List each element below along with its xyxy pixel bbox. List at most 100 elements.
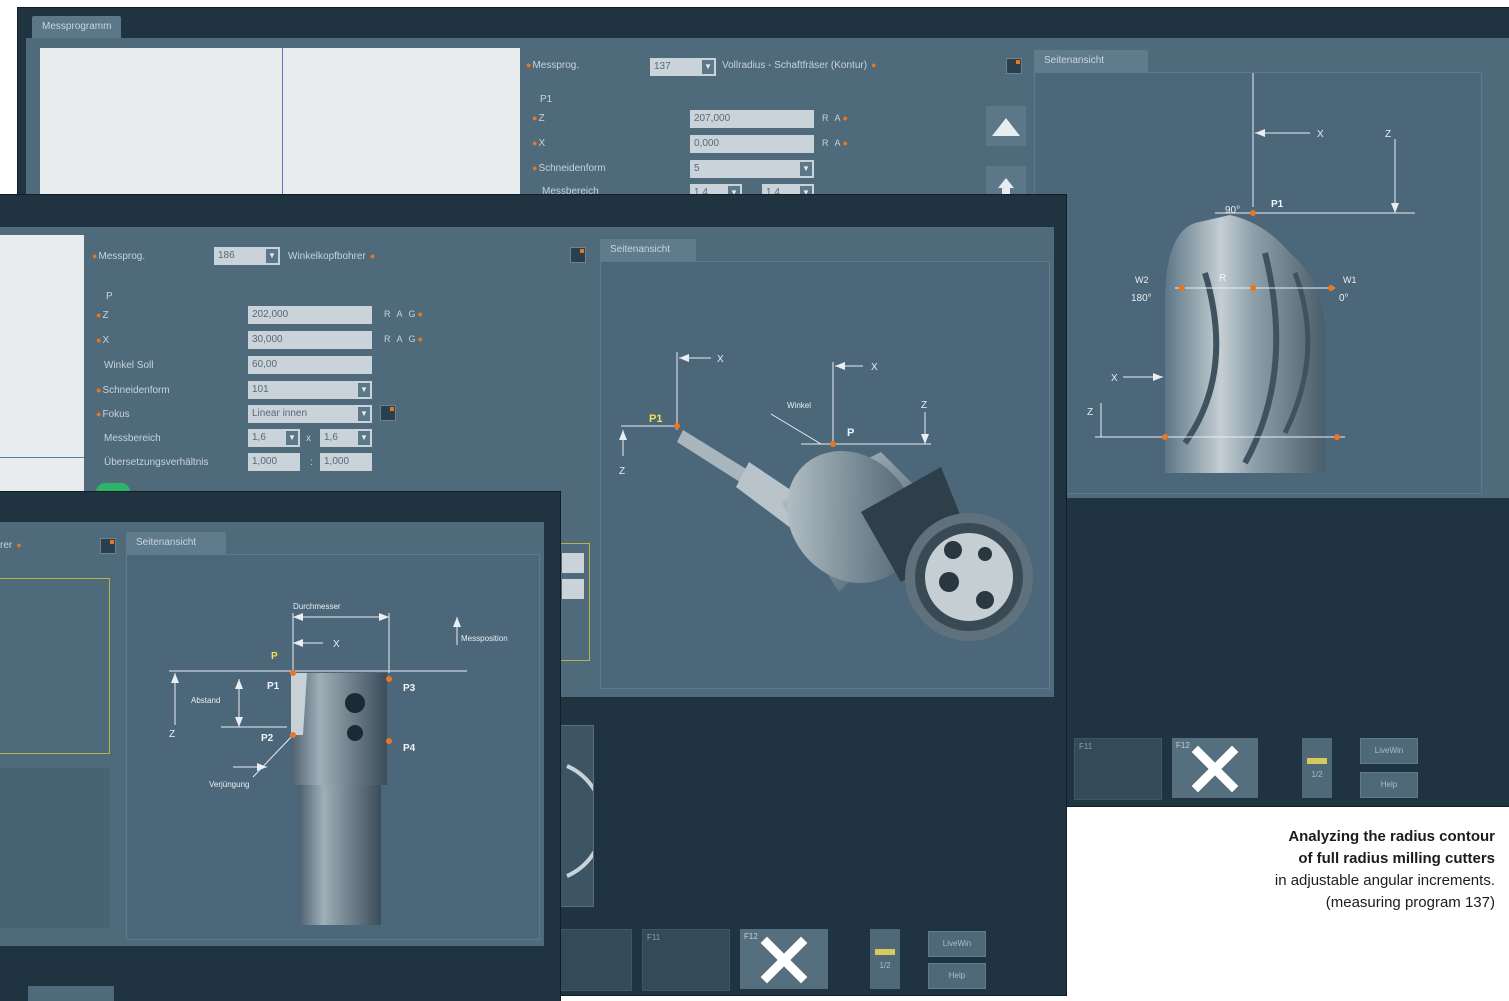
mp-name: Winkelkopfbohrer ● (288, 251, 376, 262)
view-label-p: P (847, 427, 854, 439)
options-button[interactable] (1006, 58, 1022, 74)
view-label-angle-right: 0° (1339, 293, 1349, 304)
messbereich-label: Messbereich (104, 433, 161, 444)
uebersetzung-input-1[interactable]: 1,000 (248, 453, 300, 471)
winkel-soll-input[interactable]: 60,00 (248, 356, 372, 374)
field-x-label: ●X (96, 335, 110, 346)
f10-key[interactable] (560, 929, 632, 991)
view-label-w1: W1 (1343, 275, 1357, 285)
uebersetzung-colon: : (310, 457, 313, 468)
field-z-label: ●Z (96, 310, 109, 321)
schneidenform-select[interactable]: 101 ▼ (248, 381, 372, 399)
contour-preview (40, 48, 520, 198)
fokus-options-button[interactable] (380, 405, 396, 421)
view-label-z2: Z (1087, 407, 1093, 418)
view-label-p1: P1 (649, 413, 662, 425)
close-button[interactable]: F12 (740, 929, 828, 989)
field-z-input[interactable]: 207,000 (690, 110, 814, 128)
view-label-angle-left: 180° (1131, 293, 1152, 304)
end-mill-holder-illustration: Durchmesser X Messposition P P1 P2 P3 P4… (169, 602, 508, 925)
messbereich-select-1[interactable]: 1,6 ▼ (248, 429, 300, 447)
mp-number-select[interactable]: 186 ▼ (214, 247, 280, 265)
view-label-z: Z (169, 729, 175, 740)
field-x-label: ●X (532, 138, 546, 149)
field-x-unit: R A G● (384, 334, 425, 344)
side-view-area: X X P1 P Winkel Z Z (600, 261, 1050, 689)
livewin-button[interactable]: LiveWin (1360, 738, 1418, 764)
side-box-button-2[interactable] (562, 579, 584, 599)
caption: Analyzing the radius contour of full rad… (1275, 826, 1495, 914)
angle-head-drill-illustration: X X P1 P Winkel Z Z (619, 352, 1033, 641)
tab-seitenansicht[interactable]: Seitenansicht (1034, 50, 1148, 72)
mp-name: Vollradius - Schaftfräser (Kontur) ● (722, 60, 877, 71)
messbereich-times: x (306, 433, 311, 444)
uebersetzung-input-2[interactable]: 1,000 (320, 453, 372, 471)
page-bar-icon (1307, 758, 1327, 764)
chevron-down-icon: ▼ (358, 383, 370, 397)
f11-key[interactable]: F11 (642, 929, 730, 991)
chevron-down-icon: ▼ (266, 249, 278, 263)
page-indicator[interactable]: 1/2 (1302, 738, 1332, 798)
window-front-program: rer ● Seitenansicht Durchmesser X Messpo… (0, 492, 560, 1001)
caption-line-1: Analyzing the radius contour (1288, 828, 1495, 845)
field-x-input[interactable]: 30,000 (248, 331, 372, 349)
caption-line-4: (measuring program 137) (1325, 894, 1495, 911)
help-button[interactable]: Help (1360, 772, 1418, 798)
field-z-unit: R A● (822, 113, 850, 123)
caption-line-3: in adjustable angular increments. (1274, 872, 1495, 889)
schneidenform-select[interactable]: 5 ▼ (690, 160, 814, 178)
scroll-up-button[interactable] (986, 106, 1026, 146)
winkel-soll-label: Winkel Soll (104, 360, 154, 371)
bottom-tab-stub (28, 986, 114, 1001)
chevron-down-icon: ▼ (358, 431, 370, 445)
options-button[interactable] (100, 538, 116, 554)
field-x-input[interactable]: 0,000 (690, 135, 814, 153)
tab-seitenansicht[interactable]: Seitenansicht (126, 532, 226, 554)
tab-messprogramm[interactable]: Messprogramm (32, 16, 122, 38)
options-button[interactable] (570, 247, 586, 263)
view-label-verjungung: Verjüngung (209, 780, 249, 789)
caption-line-2: of full radius milling cutters (1298, 850, 1495, 867)
field-x-unit: R A● (822, 138, 850, 148)
tab-seitenansicht[interactable]: Seitenansicht (600, 239, 696, 261)
view-label-angle-top: 90° (1225, 205, 1240, 216)
fokus-select[interactable]: Linear innen ▼ (248, 405, 372, 423)
view-label-x2: X (1111, 373, 1118, 384)
help-button[interactable]: Help (928, 963, 986, 989)
view-label-p4: P4 (403, 743, 416, 754)
field-z-unit: R A G● (384, 309, 425, 319)
view-label-r: R (1219, 273, 1226, 284)
lower-left-panel (0, 768, 110, 928)
schneidenform-label: ●Schneidenform (532, 163, 606, 174)
triangle-up-icon (992, 118, 1020, 136)
chevron-down-icon: ▼ (800, 162, 812, 176)
view-label-p1: P1 (267, 681, 280, 692)
livewin-button[interactable]: LiveWin (928, 931, 986, 957)
full-radius-cutter-illustration: X Z P1 90° W2 W1 180° 0° R X Z (1087, 73, 1415, 473)
point-label: P (106, 291, 113, 302)
view-label-x: X (333, 639, 340, 650)
field-z-input[interactable]: 202,000 (248, 306, 372, 324)
view-label-z2: Z (921, 400, 927, 411)
schneidenform-label: ●Schneidenform (96, 385, 170, 396)
side-view-area: X Z P1 90° W2 W1 180° 0° R X Z (1034, 72, 1482, 494)
refresh-panel[interactable] (560, 725, 606, 907)
view-label-p3: P3 (403, 683, 416, 694)
page-indicator[interactable]: 1/2 (870, 929, 900, 989)
page-bar-icon (875, 949, 895, 955)
messbereich-select-2[interactable]: 1,6 ▼ (320, 429, 372, 447)
f11-key[interactable]: F11 (1074, 738, 1162, 800)
view-label-x2: X (871, 362, 878, 373)
view-label-p1: P1 (1271, 199, 1284, 210)
view-label-x1: X (717, 354, 724, 365)
side-box-button-1[interactable] (562, 553, 584, 573)
view-label-p2: P2 (261, 733, 274, 744)
chevron-down-icon: ▼ (286, 431, 298, 445)
view-label-messposition: Messposition (461, 634, 508, 643)
close-button[interactable]: F12 (1172, 738, 1258, 798)
field-z-label: ●Z (532, 113, 545, 124)
rotate-icon (566, 764, 606, 878)
preview-axis (282, 48, 283, 198)
mp-number-select[interactable]: 137 ▼ (650, 58, 716, 76)
preview-axis (0, 457, 84, 458)
